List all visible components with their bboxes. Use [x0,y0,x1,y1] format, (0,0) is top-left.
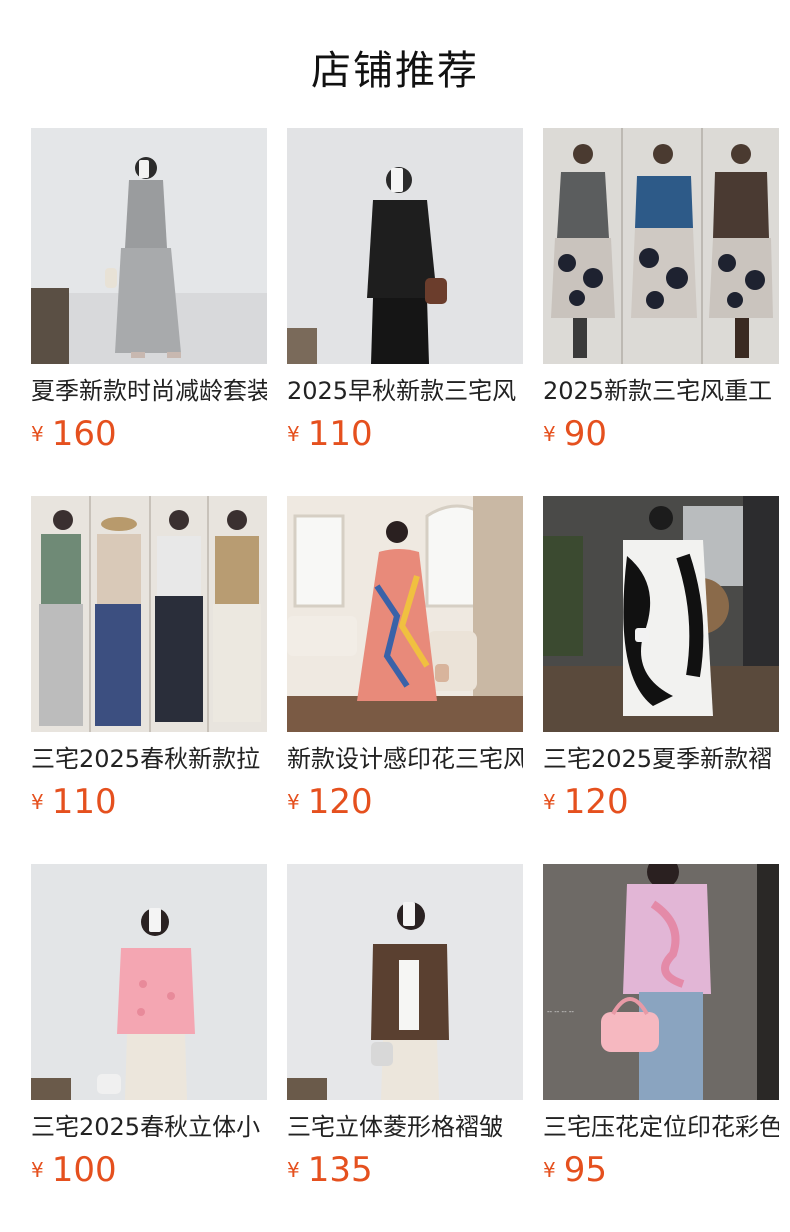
product-price: ¥95 [543,1150,779,1190]
product-name[interactable]: 夏季新款时尚减龄套装 [31,376,267,406]
product-image[interactable] [543,128,779,364]
product-card[interactable]: -- -- -- -- 三宅压花定位印花彩色 ¥95 [543,864,779,1190]
product-image[interactable] [31,864,267,1100]
currency-symbol: ¥ [287,790,300,814]
product-card[interactable]: 三宅2025夏季新款褶 ¥120 [543,496,779,822]
currency-symbol: ¥ [543,790,556,814]
product-price: ¥160 [31,414,267,454]
product-image[interactable] [31,496,267,732]
currency-symbol: ¥ [287,1158,300,1182]
page-title: 店铺推荐 [311,48,479,94]
product-price: ¥120 [287,782,523,822]
price-value: 95 [563,1150,607,1190]
product-image[interactable] [287,128,523,364]
product-card[interactable]: 三宅立体菱形格褶皱 ¥135 [287,864,523,1190]
product-name[interactable]: 三宅2025春秋立体小 [31,1112,267,1142]
currency-symbol: ¥ [287,422,300,446]
product-price: ¥110 [31,782,267,822]
currency-symbol: ¥ [31,790,44,814]
svg-text:-- -- -- --: -- -- -- -- [547,1008,574,1016]
product-price: ¥90 [543,414,779,454]
product-price: ¥135 [287,1150,523,1190]
product-card[interactable]: 三宅2025春秋立体小 ¥100 [31,864,267,1190]
price-value: 110 [51,782,117,822]
product-name[interactable]: 三宅立体菱形格褶皱 [287,1112,523,1142]
product-image[interactable] [543,496,779,732]
price-value: 120 [307,782,373,822]
currency-symbol: ¥ [31,1158,44,1182]
product-name[interactable]: 三宅压花定位印花彩色 [543,1112,779,1142]
price-value: 90 [563,414,607,454]
currency-symbol: ¥ [543,422,556,446]
product-card[interactable]: 三宅2025春秋新款拉 ¥110 [31,496,267,822]
product-name[interactable]: 三宅2025夏季新款褶 [543,744,779,774]
product-price: ¥100 [31,1150,267,1190]
product-name[interactable]: 2025新款三宅风重工 [543,376,779,406]
product-card[interactable]: 2025新款三宅风重工 ¥90 [543,128,779,454]
product-image[interactable] [287,864,523,1100]
product-name[interactable]: 三宅2025春秋新款拉 [31,744,267,774]
price-value: 100 [51,1150,117,1190]
currency-symbol: ¥ [31,422,44,446]
product-price: ¥120 [543,782,779,822]
product-image[interactable] [31,128,267,364]
price-value: 110 [307,414,373,454]
product-card[interactable]: 新款设计感印花三宅风 ¥120 [287,496,523,822]
product-name[interactable]: 2025早秋新款三宅风 [287,376,523,406]
product-price: ¥110 [287,414,523,454]
price-value: 135 [307,1150,373,1190]
product-name[interactable]: 新款设计感印花三宅风 [287,744,523,774]
product-card[interactable]: 夏季新款时尚减龄套装 ¥160 [31,128,267,454]
product-image[interactable] [287,496,523,732]
price-value: 120 [563,782,629,822]
currency-symbol: ¥ [543,1158,556,1182]
price-value: 160 [51,414,117,454]
product-image[interactable]: -- -- -- -- [543,864,779,1100]
product-card[interactable]: 2025早秋新款三宅风 ¥110 [287,128,523,454]
